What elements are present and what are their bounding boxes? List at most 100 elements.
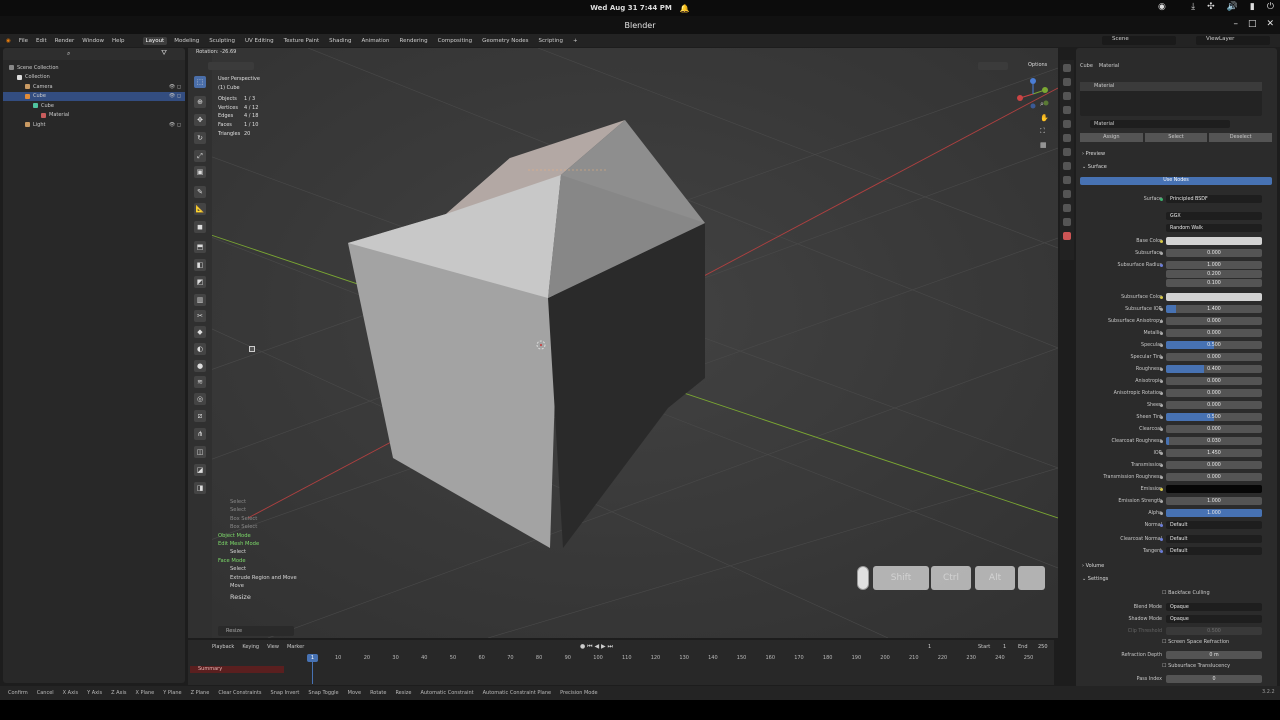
menu-window[interactable]: Window [82, 38, 104, 44]
workspace-tab[interactable]: Scripting [536, 37, 566, 45]
material-name-field[interactable]: Material [1090, 120, 1230, 128]
add-cube-tool-icon[interactable]: ◼ [194, 221, 206, 233]
volume-panel-header[interactable]: › Volume [1082, 563, 1104, 569]
socket-dot-icon[interactable] [1160, 487, 1163, 491]
timeline-menu-view[interactable]: View [267, 644, 279, 650]
surface-shader-field[interactable]: Principled BSDF [1166, 195, 1262, 203]
bell-icon[interactable]: 🔔 [680, 4, 690, 13]
timeline-menu-playback[interactable]: Playback [212, 644, 234, 650]
socket-dot-icon[interactable] [1160, 549, 1163, 553]
bsdf-input-field[interactable]: 0.100 [1166, 279, 1262, 287]
modifier-tab-icon[interactable] [1063, 162, 1071, 170]
loop-cut-tool-icon[interactable]: ▥ [194, 294, 206, 306]
shrink-tool-icon[interactable]: ◎ [194, 393, 206, 405]
summary-channel[interactable]: Summary [190, 666, 284, 673]
pan-hand-icon[interactable]: ✋ [1040, 114, 1049, 122]
grid-view-icon[interactable]: ▦ [1040, 141, 1049, 149]
bsdf-input-field[interactable]: 0.000 [1166, 249, 1262, 257]
extra2-tool-icon[interactable]: ◪ [194, 464, 206, 476]
spin-tool-icon[interactable]: ◐ [194, 343, 206, 355]
socket-dot-icon[interactable] [1160, 343, 1163, 347]
assign-button[interactable]: Assign [1080, 133, 1143, 142]
bevel-tool-icon[interactable]: ◩ [194, 276, 206, 288]
socket-dot-icon[interactable] [1160, 427, 1163, 431]
scene-tab-icon[interactable] [1063, 120, 1071, 128]
data-tab-icon[interactable] [1063, 218, 1071, 226]
world-tab-icon[interactable] [1063, 134, 1071, 142]
use-nodes-button[interactable]: Use Nodes [1080, 177, 1272, 185]
annotate-tool-icon[interactable]: ✎ [194, 186, 206, 198]
socket-dot-icon[interactable] [1160, 319, 1163, 323]
smooth-tool-icon[interactable]: ● [194, 360, 206, 372]
refraction-depth-field[interactable]: 0 m [1166, 651, 1262, 659]
bsdf-input-field[interactable]: 0.000 [1166, 353, 1262, 361]
zoom-icon[interactable]: ⌕ [1040, 100, 1049, 109]
bsdf-input-field[interactable]: 0.000 [1166, 389, 1262, 397]
shadow-mode-dropdown[interactable]: Opaque [1166, 615, 1262, 623]
measure-tool-icon[interactable]: 📐 [194, 203, 206, 215]
bsdf-input-field[interactable]: 0.000 [1166, 317, 1262, 325]
playhead[interactable]: 1 [307, 654, 318, 662]
viewport-overlay-buttons[interactable] [978, 62, 1008, 70]
socket-dot-icon[interactable] [1160, 379, 1163, 383]
workspace-tab[interactable]: Shading [326, 37, 354, 45]
socket-dot-icon[interactable] [1160, 403, 1163, 407]
socket-dot-icon[interactable] [1160, 367, 1163, 371]
outliner-item[interactable]: Camera 👁 ◻ [3, 82, 185, 92]
select-tool-icon[interactable]: ⬚ [194, 76, 206, 88]
deselect-button[interactable]: Deselect [1209, 133, 1273, 142]
workspace-tab[interactable]: UV Editing [242, 37, 277, 45]
workspace-tab[interactable]: Sculpting [206, 37, 238, 45]
output-tab-icon[interactable] [1063, 92, 1071, 100]
socket-dot-icon[interactable] [1160, 451, 1163, 455]
socket-dot-icon[interactable] [1160, 307, 1163, 311]
bsdf-input-field[interactable]: 0.500 [1166, 341, 1262, 349]
blender-logo-icon[interactable]: ◉ [6, 38, 11, 44]
socket-dot-icon[interactable] [1160, 331, 1163, 335]
outliner-item[interactable]: Scene Collection [3, 63, 185, 73]
bsdf-input-field[interactable]: 1.000 [1166, 497, 1262, 505]
close-icon[interactable]: ✕ [1266, 19, 1274, 29]
tool-tab-icon[interactable] [1063, 64, 1071, 72]
rotate-tool-icon[interactable]: ↻ [194, 132, 206, 144]
camera-view-icon[interactable]: ⛶ [1040, 127, 1049, 136]
socket-dot-icon[interactable] [1160, 239, 1163, 243]
clip-threshold-field[interactable]: 0.500 [1166, 627, 1262, 635]
bsdf-input-field[interactable]: 0.030 [1166, 437, 1262, 445]
end-frame-field[interactable]: 250 [1038, 644, 1048, 650]
workspace-tab[interactable]: Geometry Nodes [479, 37, 531, 45]
bsdf-input-field[interactable]: 0.000 [1166, 401, 1262, 409]
bsdf-input-field[interactable]: Default [1166, 521, 1262, 529]
distribution-dropdown[interactable]: GGX [1166, 212, 1262, 220]
socket-dot-icon[interactable] [1160, 295, 1163, 299]
filter-icon[interactable]: ⛛ [161, 49, 167, 58]
select-mode-buttons[interactable] [208, 62, 254, 70]
surface-panel-header[interactable]: ⌄ Surface [1082, 164, 1107, 170]
shear-tool-icon[interactable]: ⧄ [194, 410, 206, 422]
select-button[interactable]: Select [1144, 133, 1208, 142]
view-layer-tab-icon[interactable] [1063, 106, 1071, 114]
transform-tool-icon[interactable]: ▣ [194, 166, 206, 178]
socket-dot-icon[interactable] [1160, 391, 1163, 395]
menu-file[interactable]: File [19, 38, 28, 44]
render-tab-icon[interactable] [1063, 78, 1071, 86]
extra3-tool-icon[interactable]: ◨ [194, 482, 206, 494]
view-layer-selector[interactable]: ViewLayer [1196, 36, 1270, 45]
extra1-tool-icon[interactable]: ◫ [194, 446, 206, 458]
object-tab-icon[interactable] [1063, 148, 1071, 156]
download-icon[interactable]: ⤓ [1191, 2, 1195, 12]
material-tab-icon[interactable] [1063, 232, 1071, 240]
constraints-tab-icon[interactable] [1063, 204, 1071, 212]
socket-dot-icon[interactable] [1160, 439, 1163, 443]
minimize-icon[interactable]: – [1233, 19, 1238, 29]
cursor-tool-icon[interactable]: ⊕ [194, 96, 206, 108]
visibility-toggle-icon[interactable]: 👁 ◻ [169, 84, 181, 90]
bsdf-input-field[interactable]: 1.450 [1166, 449, 1262, 457]
bsdf-input-field[interactable]: 0.500 [1166, 413, 1262, 421]
timeline-menu-marker[interactable]: Marker [287, 644, 304, 650]
socket-dot-icon[interactable] [1160, 251, 1163, 255]
power-icon[interactable]: ⏻ [1267, 2, 1274, 12]
rip-tool-icon[interactable]: ⋔ [194, 428, 206, 440]
extrude-tool-icon[interactable]: ⬒ [194, 241, 206, 253]
timeline-menu-keying[interactable]: Keying [242, 644, 259, 650]
